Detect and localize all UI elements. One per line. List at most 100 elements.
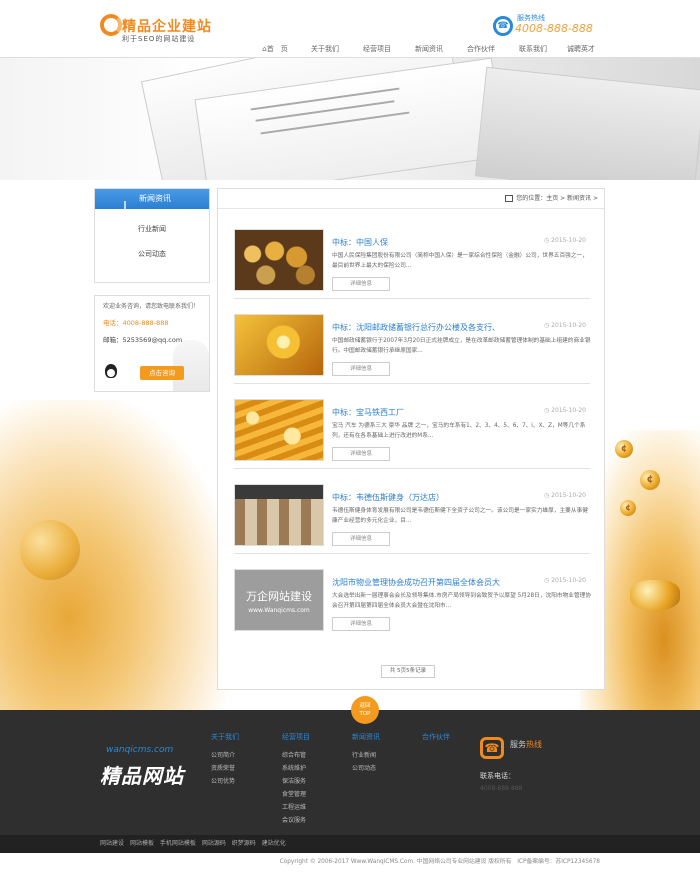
footer-link[interactable]: 行业新闻 (352, 749, 380, 762)
sidebar-nav: ‖ 新闻资讯 行业新闻 公司动态 (94, 188, 210, 283)
breadcrumb: 您的位置：主页 > 新闻资讯 > (218, 189, 604, 209)
footer-col-news: 新闻资讯 行业新闻 公司动态 (352, 732, 380, 775)
news-more-button[interactable]: 详细信息 (332, 617, 390, 631)
news-date: ◷ 2015-10-20 (543, 322, 586, 329)
hotline-number: 4008-888-888 (515, 22, 593, 35)
footer-logo-cn: 精品网站 (100, 764, 184, 788)
footer-col-title[interactable]: 关于我们 (211, 732, 239, 742)
news-desc: 大会选举出新一届理事会会长及领导集体.市房产局领导到会致贺予以厚望 5月28日，… (332, 593, 592, 609)
news-desc: 宝马 汽车 为德系三大 豪华 品牌 之一，宝马的车系有1、2、3、4、5、6、7… (332, 423, 586, 439)
site-header: 精品企业建站 利于SEO的网站建设 ☎ 服务热线 4008-888-888 ⌂首… (0, 0, 700, 58)
list-item: 万企网站建设 www.Wanqicms.com 沈阳市物业管理协会成功召开第四届… (234, 559, 592, 639)
phone-icon: ☎ (480, 737, 504, 759)
footer-logo-en: wanqicms.com (106, 745, 174, 755)
contact-intro: 欢迎业务咨询，请您致电联系我们！ (103, 303, 200, 310)
main-nav: ⌂首 页 关于我们 经营项目 新闻资讯 合作伙伴 联系我们 诚聘英才 (260, 42, 602, 56)
news-desc: 韦德伍斯健身体育发展有限公司是韦德伍斯健下全资子公司之一。该公司是一家实力雄厚，… (332, 508, 588, 524)
footer-link[interactable]: 系统维护 (282, 762, 310, 775)
coin-icon: ¢ (620, 500, 636, 516)
news-title[interactable]: 中标：中国人保 (332, 237, 388, 248)
friend-link[interactable]: 织梦源码 (232, 840, 256, 847)
coin-icon: ¢ (615, 440, 633, 458)
logo-subtitle: 利于SEO的网站建设 (122, 35, 196, 43)
friend-link[interactable]: 网站模板 (130, 840, 154, 847)
gold-decoration-icon (20, 520, 80, 580)
news-date: ◷ 2015-10-20 (543, 407, 586, 414)
nav-contact[interactable]: 联系我们 (512, 42, 554, 56)
title-bar-icon: ‖ (123, 200, 127, 209)
friend-link[interactable]: 网站建设 (100, 840, 124, 847)
news-desc: 中国人民保险集团股份有限公司（简称中国人保）是一家综合性保险（金融）公司，世界五… (332, 253, 588, 269)
news-thumbnail[interactable] (234, 484, 324, 546)
footer-contact-label: 联系电话： (480, 772, 515, 780)
logo-ring-icon (100, 14, 122, 36)
pagination[interactable]: 共 5页5条记录 (381, 665, 435, 678)
news-desc: 中国邮政储蓄银行于2007年3月20日正式挂牌成立，是在改革邮政储蓄管理体制的基… (332, 338, 591, 354)
consult-button[interactable]: 点击咨询 (140, 366, 184, 380)
footer-link[interactable]: 保洁服务 (282, 775, 310, 788)
friend-link[interactable]: 手机网站模板 (160, 840, 196, 847)
news-more-button[interactable]: 详细信息 (332, 362, 390, 376)
footer-col-partners: 合作伙伴 (422, 732, 450, 749)
news-thumbnail[interactable] (234, 314, 324, 376)
list-item: 中标：中国人保 ◷ 2015-10-20 中国人民保险集团股份有限公司（简称中国… (234, 219, 590, 299)
copyright: Copyright © 2006-2017 Www.WanqiCMS.Com. … (0, 853, 700, 872)
sidebar-item-industry-news[interactable]: 行业新闻 (95, 217, 209, 242)
nav-projects[interactable]: 经营项目 (356, 42, 398, 56)
footer-link[interactable]: 资质荣誉 (211, 762, 239, 775)
news-list-panel: 您的位置：主页 > 新闻资讯 > 中标：中国人保 ◷ 2015-10-20 中国… (217, 188, 605, 690)
footer-col-about: 关于我们 公司简介 资质荣誉 公司优势 (211, 732, 239, 788)
news-date: ◷ 2015-10-20 (543, 577, 586, 584)
news-date: ◷ 2015-10-20 (543, 492, 586, 499)
logo-name: 精品企业建站 (122, 19, 212, 35)
qq-icon[interactable] (105, 364, 117, 378)
friend-links: 网站建设 网站模板 手机网站模板 网站源码 织梦源码 建站优化 (0, 835, 700, 853)
home-icon (505, 195, 514, 202)
footer-link[interactable]: 公司简介 (211, 749, 239, 762)
nav-partners[interactable]: 合作伙伴 (460, 42, 502, 56)
sidebar-title: ‖ 新闻资讯 (95, 189, 209, 209)
footer-link[interactable]: 工程运维 (282, 801, 310, 814)
footer-col-title[interactable]: 经营项目 (282, 732, 310, 742)
list-item: 中标：宝马铁西工厂 ◷ 2015-10-20 宝马 汽车 为德系三大 豪华 品牌… (234, 389, 590, 469)
back-to-top-label: 返回 (359, 703, 371, 709)
news-title[interactable]: 中标：宝马铁西工厂 (332, 407, 404, 418)
back-to-top-button[interactable]: 返回 TOP (351, 696, 379, 724)
friend-link[interactable]: 建站优化 (262, 840, 286, 847)
footer-link[interactable]: 公司优势 (211, 775, 239, 788)
news-more-button[interactable]: 详细信息 (332, 532, 390, 546)
news-thumbnail[interactable] (234, 399, 324, 461)
nav-home[interactable]: ⌂首 页 (260, 42, 290, 56)
contact-tel: 电话：4008-888-888 (103, 319, 169, 327)
news-thumbnail[interactable]: 万企网站建设 www.Wanqicms.com (234, 569, 324, 631)
thumb-url: www.Wanqicms.com (248, 607, 310, 614)
list-item: 中标：沈阳邮政储蓄银行总行办公楼及各支行、 ◷ 2015-10-20 中国邮政储… (234, 304, 591, 384)
nav-news[interactable]: 新闻资讯 (408, 42, 450, 56)
news-more-button[interactable]: 详细信息 (332, 277, 390, 291)
news-title[interactable]: 中标：韦德伍斯健身（万达店） (332, 492, 444, 503)
list-item: 中标：韦德伍斯健身（万达店） ◷ 2015-10-20 韦德伍斯健身体育发展有限… (234, 474, 590, 554)
phone-icon: ☎ (493, 16, 513, 36)
footer-contact-number: 4008-888-888 (480, 785, 523, 792)
footer-link[interactable]: 公司动态 (352, 762, 380, 775)
news-date: ◷ 2015-10-20 (543, 237, 586, 244)
footer-link[interactable]: 食堂管理 (282, 788, 310, 801)
footer-col-title[interactable]: 合作伙伴 (422, 732, 450, 742)
news-thumbnail[interactable] (234, 229, 324, 291)
news-title[interactable]: 沈阳市物业管理协会成功召开第四届全体会员大 (332, 577, 500, 588)
thumb-text: 万企网站建设 (246, 590, 312, 603)
sidebar-title-text: 新闻资讯 (139, 194, 171, 203)
footer-col-title[interactable]: 新闻资讯 (352, 732, 380, 742)
sidebar-item-company-news[interactable]: 公司动态 (95, 242, 209, 267)
footer-col-projects: 经营项目 综合布管 系统维护 保洁服务 食堂管理 工程运维 会议服务 (282, 732, 310, 827)
nav-about[interactable]: 关于我们 (304, 42, 346, 56)
breadcrumb-text[interactable]: 您的位置：主页 > 新闻资讯 > (516, 195, 598, 202)
back-to-top-top: TOP (359, 711, 371, 717)
footer-link[interactable]: 会议服务 (282, 814, 310, 827)
friend-link[interactable]: 网站源码 (202, 840, 226, 847)
nav-careers[interactable]: 诚聘英才 (560, 42, 602, 56)
footer-link[interactable]: 综合布管 (282, 749, 310, 762)
coin-icon: ¢ (640, 470, 660, 490)
news-title[interactable]: 中标：沈阳邮政储蓄银行总行办公楼及各支行、 (332, 322, 500, 333)
news-more-button[interactable]: 详细信息 (332, 447, 390, 461)
